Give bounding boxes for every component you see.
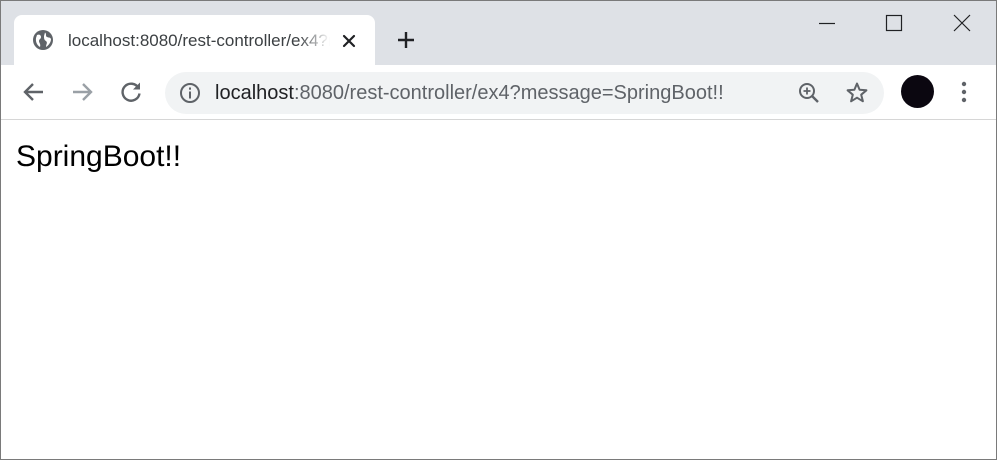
reload-icon[interactable]	[118, 79, 144, 105]
url-text[interactable]: localhost:8080/rest-controller/ex4?messa…	[215, 81, 724, 105]
page-content: SpringBoot!!	[1, 121, 996, 459]
maximize-icon[interactable]	[882, 11, 906, 35]
kebab-menu-icon[interactable]	[952, 79, 976, 105]
response-text: SpringBoot!!	[16, 140, 182, 173]
address-bar[interactable]: localhost:8080/rest-controller/ex4?messa…	[165, 72, 884, 114]
url-path: :8080/rest-controller/ex4?message=Spring…	[293, 82, 724, 104]
browser-toolbar: localhost:8080/rest-controller/ex4?messa…	[1, 65, 996, 120]
globe-icon	[32, 29, 54, 51]
zoom-in-icon[interactable]	[797, 81, 821, 105]
tab-strip: localhost:8080/rest-controller/ex4?messa…	[1, 1, 996, 67]
browser-tab[interactable]: localhost:8080/rest-controller/ex4?messa…	[14, 15, 375, 67]
url-host: localhost	[215, 82, 294, 104]
new-tab-icon[interactable]	[394, 28, 418, 52]
minimize-icon[interactable]	[815, 11, 839, 35]
arrow-left-icon[interactable]	[21, 79, 47, 105]
info-icon[interactable]	[179, 82, 201, 104]
close-icon[interactable]	[338, 30, 360, 52]
profile-avatar[interactable]	[901, 75, 934, 108]
browser-window: localhost:8080/rest-controller/ex4?messa…	[0, 0, 997, 460]
arrow-right-icon	[69, 79, 95, 105]
window-close-icon[interactable]	[950, 11, 974, 35]
tab-title: localhost:8080/rest-controller/ex4?messa…	[68, 31, 330, 50]
star-icon[interactable]	[844, 80, 870, 106]
